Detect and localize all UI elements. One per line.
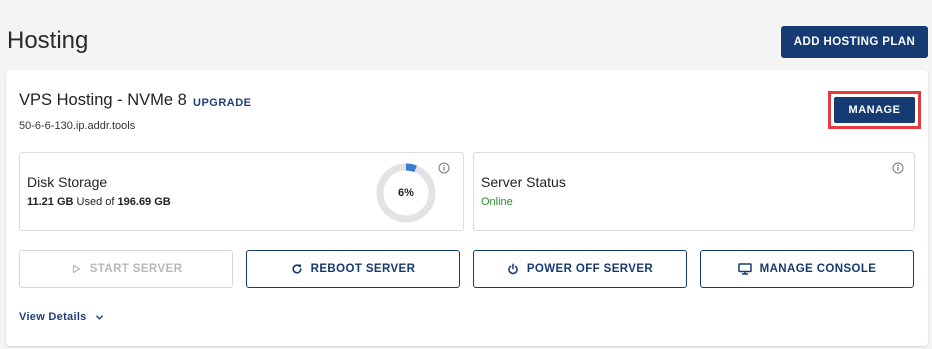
disk-total-value: 196.69 GB [117, 196, 171, 208]
disk-usage-text: 11.21 GB Used of 196.69 GB [27, 196, 171, 208]
chevron-down-icon [95, 314, 103, 320]
view-details-label: View Details [19, 311, 87, 323]
view-details-link[interactable]: View Details [19, 311, 104, 323]
power-off-server-label: POWER OFF SERVER [526, 263, 654, 275]
disk-storage-title: Disk Storage [27, 174, 108, 190]
info-icon[interactable] [892, 162, 904, 174]
plan-name: VPS Hosting - NVMe 8 [19, 91, 187, 109]
reboot-server-label: REBOOT SERVER [310, 263, 416, 275]
manage-console-button[interactable]: MANAGE CONSOLE [700, 250, 914, 288]
disk-percent-label: 6% [398, 187, 414, 199]
hosting-plan-card: VPS Hosting - NVMe 8 UPGRADE 50-6-6-130.… [6, 70, 928, 346]
server-status-title: Server Status [481, 174, 566, 190]
upgrade-link[interactable]: UPGRADE [193, 97, 252, 109]
manage-console-label: MANAGE CONSOLE [759, 263, 877, 275]
refresh-icon [292, 264, 302, 274]
server-status-value: Online [481, 196, 513, 208]
reboot-server-button[interactable]: REBOOT SERVER [246, 250, 460, 288]
disk-storage-panel: Disk Storage 11.21 GB Used of 196.69 GB … [19, 152, 464, 231]
power-icon [508, 263, 518, 275]
add-hosting-plan-button[interactable]: ADD HOSTING PLAN [781, 26, 928, 58]
disk-used-value: 11.21 GB [27, 196, 74, 208]
page-title: Hosting [7, 27, 89, 54]
manage-button[interactable]: MANAGE [834, 97, 915, 123]
play-icon [72, 264, 80, 274]
start-server-label: START SERVER [89, 263, 183, 275]
info-icon[interactable] [438, 162, 450, 174]
monitor-icon [737, 263, 752, 275]
power-off-server-button[interactable]: POWER OFF SERVER [473, 250, 687, 288]
server-status-panel: Server Status Online [473, 152, 915, 231]
manage-button-highlight: MANAGE [828, 91, 921, 129]
start-server-button[interactable]: START SERVER [19, 250, 233, 288]
server-hostname: 50-6-6-130.ip.addr.tools [19, 120, 136, 132]
disk-used-of-label: Used of [76, 196, 115, 208]
